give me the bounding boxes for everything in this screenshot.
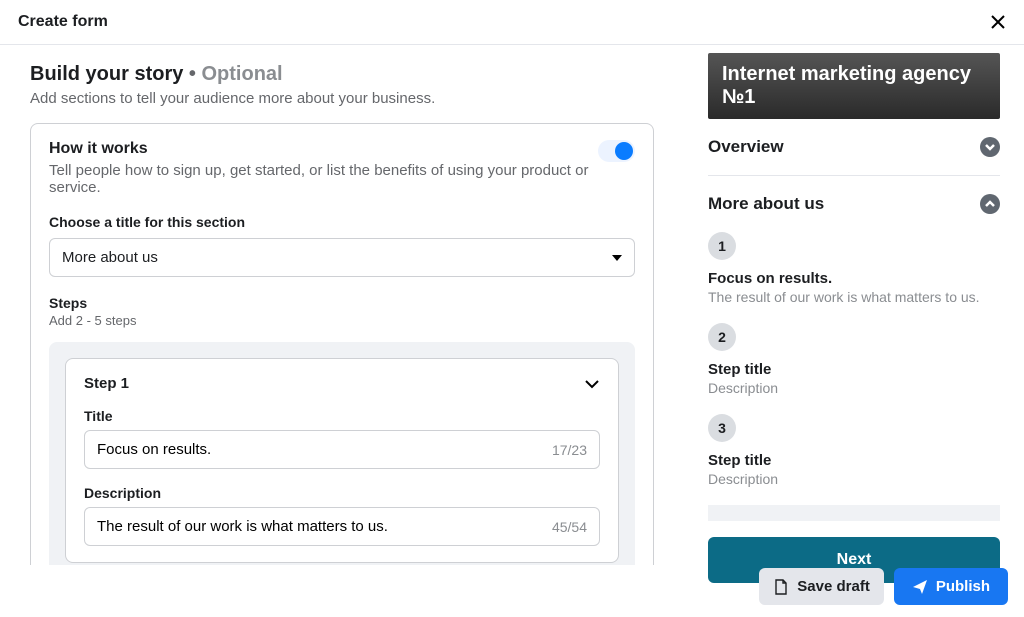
step-1-desc-label: Description bbox=[84, 485, 600, 501]
step-1-card: Step 1 Title 17/23 Description 45/54 bbox=[65, 358, 619, 563]
step-1-title-label: Title bbox=[84, 408, 600, 424]
preview-step-desc: The result of our work is what matters t… bbox=[708, 289, 1000, 305]
publish-label: Publish bbox=[936, 578, 990, 595]
section-title-label: Choose a title for this section bbox=[49, 214, 635, 230]
how-it-works-toggle[interactable] bbox=[598, 140, 635, 162]
preview-step: 2 Step title Description bbox=[708, 323, 1000, 396]
preview-banner: Internet marketing agency №1 bbox=[708, 53, 1000, 119]
story-heading-dot: • bbox=[183, 63, 201, 85]
step-1-header[interactable]: Step 1 bbox=[84, 375, 600, 392]
preview-step-desc: Description bbox=[708, 471, 1000, 487]
preview-step-title: Focus on results. bbox=[708, 270, 1000, 287]
step-1-title-field[interactable]: 17/23 bbox=[84, 430, 600, 469]
chevron-down-circle-icon bbox=[980, 137, 1000, 157]
chevron-up-circle-icon bbox=[980, 194, 1000, 214]
story-heading-optional: Optional bbox=[201, 63, 282, 85]
how-it-works-title: How it works bbox=[49, 140, 598, 158]
preview-more-label: More about us bbox=[708, 194, 824, 214]
preview-step-desc: Description bbox=[708, 380, 1000, 396]
preview-step-num: 1 bbox=[708, 232, 736, 260]
step-1-desc-counter: 45/54 bbox=[552, 519, 587, 535]
steps-container: Step 1 Title 17/23 Description 45/54 bbox=[49, 342, 635, 565]
publish-button[interactable]: Publish bbox=[894, 568, 1008, 605]
section-title-value: More about us bbox=[62, 249, 158, 266]
chevron-down-icon bbox=[584, 376, 600, 392]
section-title-select[interactable]: More about us bbox=[49, 238, 635, 277]
save-draft-button[interactable]: Save draft bbox=[759, 568, 884, 605]
preview-more-row[interactable]: More about us bbox=[708, 176, 1000, 232]
how-it-works-sub: Tell people how to sign up, get started,… bbox=[49, 162, 598, 196]
step-1-header-label: Step 1 bbox=[84, 375, 129, 392]
preview-pane: Internet marketing agency №1 Overview Mo… bbox=[684, 45, 1024, 565]
send-icon bbox=[912, 579, 928, 595]
preview-step-title: Step title bbox=[708, 452, 1000, 469]
preview-overview-label: Overview bbox=[708, 137, 784, 157]
preview-step: 3 Step title Description bbox=[708, 414, 1000, 487]
how-it-works-card: How it works Tell people how to sign up,… bbox=[30, 123, 654, 565]
page-title: Create form bbox=[18, 13, 108, 31]
step-1-title-input[interactable] bbox=[97, 441, 544, 458]
document-icon bbox=[773, 579, 789, 595]
steps-label: Steps bbox=[49, 295, 635, 311]
preview-divider bbox=[708, 505, 1000, 521]
close-icon bbox=[990, 14, 1006, 30]
preview-step-title: Step title bbox=[708, 361, 1000, 378]
step-1-title-counter: 17/23 bbox=[552, 442, 587, 458]
story-heading-text: Build your story bbox=[30, 63, 183, 85]
preview-step-num: 3 bbox=[708, 414, 736, 442]
caret-down-icon bbox=[612, 255, 622, 261]
save-draft-label: Save draft bbox=[797, 578, 870, 595]
preview-overview-row[interactable]: Overview bbox=[708, 119, 1000, 176]
step-1-desc-field[interactable]: 45/54 bbox=[84, 507, 600, 546]
story-heading: Build your story • Optional bbox=[30, 63, 654, 86]
close-button[interactable] bbox=[986, 10, 1010, 34]
preview-step-num: 2 bbox=[708, 323, 736, 351]
story-subheading: Add sections to tell your audience more … bbox=[30, 90, 654, 107]
preview-step: 1 Focus on results. The result of our wo… bbox=[708, 232, 1000, 305]
step-1-desc-input[interactable] bbox=[97, 518, 544, 535]
steps-hint: Add 2 - 5 steps bbox=[49, 313, 635, 328]
